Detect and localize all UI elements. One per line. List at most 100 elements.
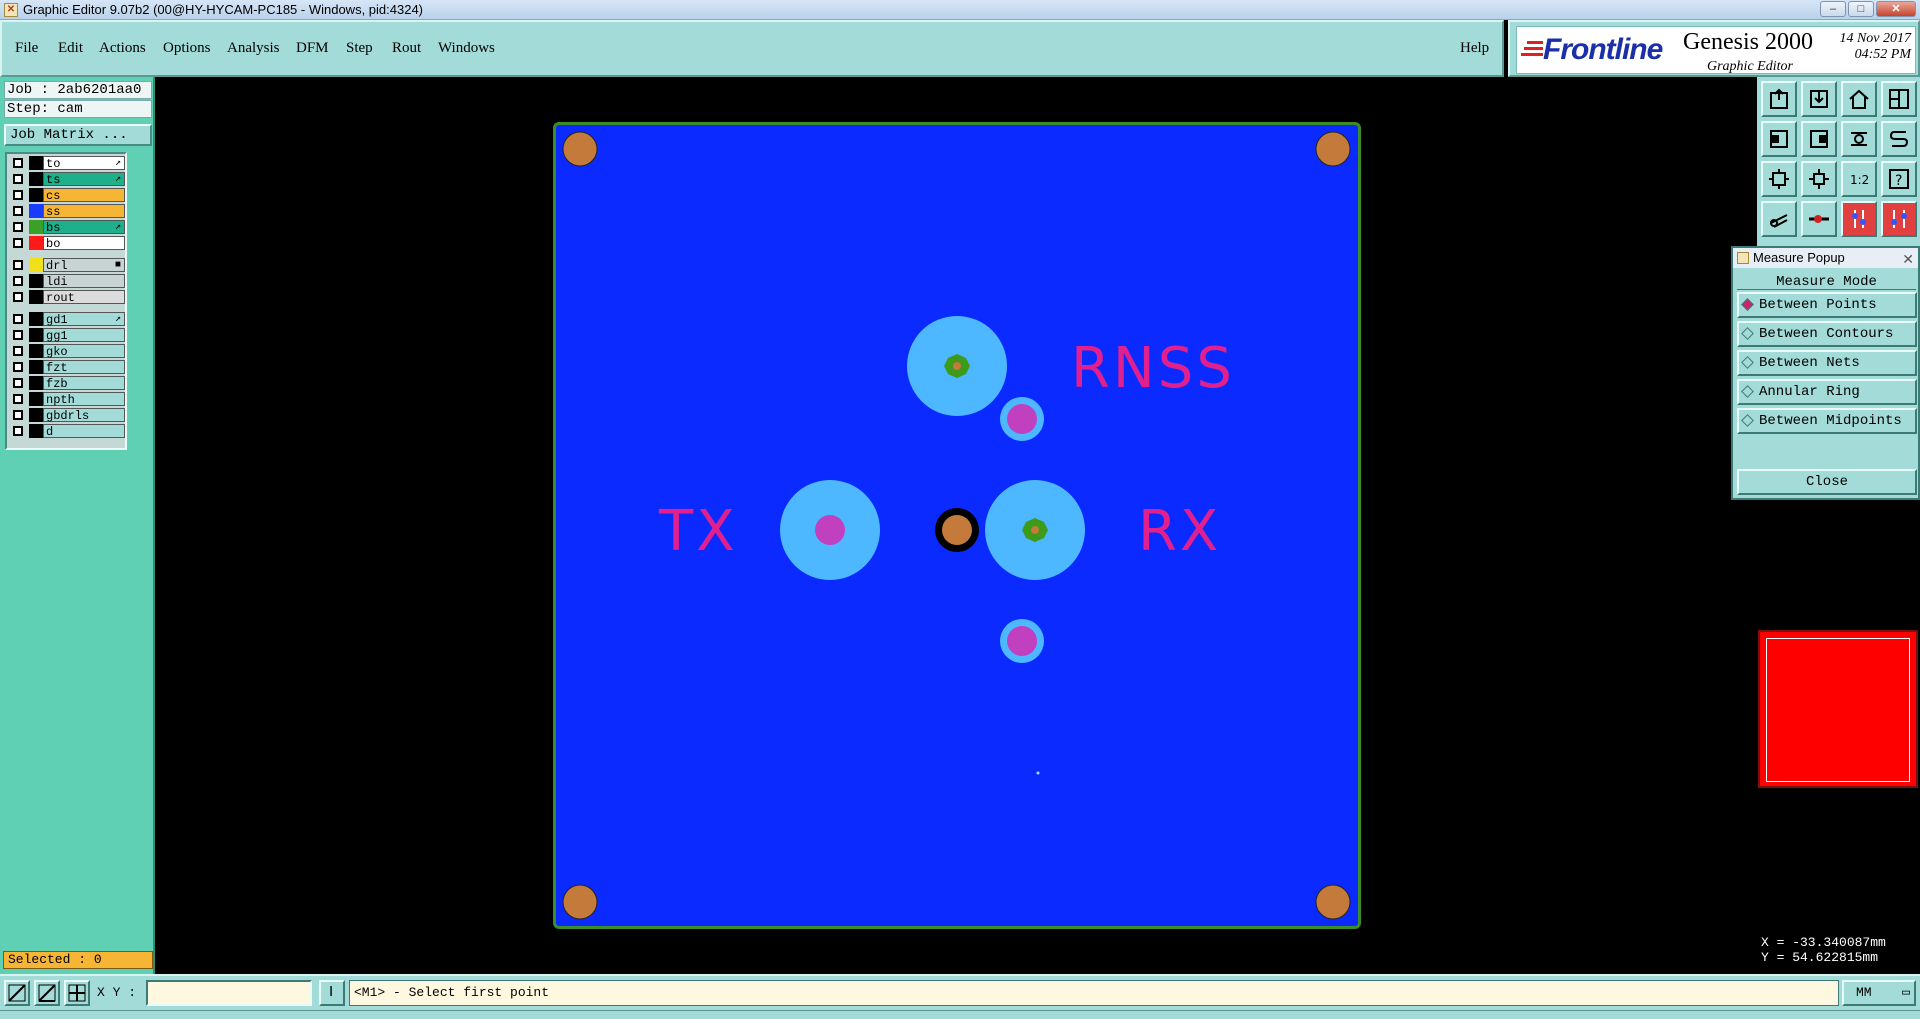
- job-matrix-button[interactable]: Job Matrix ...: [4, 124, 152, 146]
- layer-checkbox[interactable]: [13, 174, 23, 184]
- maximize-button[interactable]: □: [1848, 1, 1874, 17]
- layer-checkbox[interactable]: [13, 410, 23, 420]
- layer-row-to[interactable]: to ↗: [9, 156, 125, 171]
- layer-color-swatch[interactable]: [29, 312, 43, 326]
- center-hole[interactable]: [942, 515, 972, 545]
- menu-help[interactable]: Help: [1460, 40, 1489, 57]
- layer-row-gd1[interactable]: gd1 ↗: [9, 312, 125, 327]
- angle-mode-button[interactable]: [34, 980, 60, 1006]
- mode-between-contours[interactable]: Between Contours: [1737, 321, 1917, 347]
- menu-actions[interactable]: Actions: [99, 40, 146, 57]
- layer-checkbox[interactable]: [13, 206, 23, 216]
- menu-dfm[interactable]: DFM: [296, 40, 329, 57]
- layer-checkbox[interactable]: [13, 378, 23, 388]
- menu-file[interactable]: File: [15, 40, 38, 57]
- help-button[interactable]: ?: [1881, 161, 1917, 197]
- layer-name[interactable]: ts ↗: [43, 172, 125, 187]
- snap-button[interactable]: [1841, 121, 1877, 157]
- layer-row-ts[interactable]: ts ↗: [9, 172, 125, 187]
- layer-name[interactable]: bo: [43, 236, 125, 251]
- layer-checkbox[interactable]: [13, 276, 23, 286]
- layer-row-gbdrls[interactable]: gbdrls: [9, 408, 125, 423]
- pan-right-button[interactable]: [1801, 121, 1837, 157]
- grid-mode-button[interactable]: [64, 980, 90, 1006]
- layer-name[interactable]: cs: [43, 188, 125, 203]
- net-tool-button[interactable]: [1841, 201, 1877, 237]
- layer-row-ss[interactable]: ss: [9, 204, 125, 219]
- xy-input[interactable]: [146, 980, 312, 1006]
- layer-color-swatch[interactable]: [29, 236, 43, 250]
- layer-name[interactable]: d: [43, 424, 125, 439]
- layer-color-swatch[interactable]: [29, 204, 43, 218]
- menu-windows[interactable]: Windows: [438, 40, 495, 57]
- zoom-fit-button[interactable]: [1761, 161, 1797, 197]
- home-button[interactable]: [1841, 81, 1877, 117]
- layer-color-swatch[interactable]: [29, 258, 43, 272]
- layer-name[interactable]: rout: [43, 290, 125, 305]
- layer-color-swatch[interactable]: [29, 172, 43, 186]
- layer-checkbox[interactable]: [13, 426, 23, 436]
- layer-row-bo[interactable]: bo: [9, 236, 125, 251]
- overview-map[interactable]: [1758, 630, 1918, 788]
- layer-color-swatch[interactable]: [29, 274, 43, 288]
- graphic-canvas[interactable]: RNSS TX RX: [157, 77, 1757, 974]
- save-layer-button[interactable]: [1801, 81, 1837, 117]
- layer-checkbox[interactable]: [13, 158, 23, 168]
- layer-row-gg1[interactable]: gg1: [9, 328, 125, 343]
- layer-color-swatch[interactable]: [29, 220, 43, 234]
- layer-name[interactable]: ss: [43, 204, 125, 219]
- line-mode-button[interactable]: [4, 980, 30, 1006]
- layer-checkbox[interactable]: [13, 238, 23, 248]
- layer-checkbox[interactable]: [13, 362, 23, 372]
- popup-close-button[interactable]: Close: [1737, 469, 1917, 495]
- layer-color-swatch[interactable]: [29, 408, 43, 422]
- route-button[interactable]: [1881, 121, 1917, 157]
- layer-name[interactable]: gg1: [43, 328, 125, 343]
- mode-annular-ring[interactable]: Annular Ring: [1737, 379, 1917, 405]
- layer-color-swatch[interactable]: [29, 328, 43, 342]
- layer-name[interactable]: drl ■: [43, 258, 125, 273]
- zoom-center-button[interactable]: [1801, 161, 1837, 197]
- layer-row-drl[interactable]: drl ■: [9, 258, 125, 273]
- mode-between-nets[interactable]: Between Nets: [1737, 350, 1917, 376]
- menu-step[interactable]: Step: [346, 40, 373, 57]
- scale-1-2-button[interactable]: 1:2: [1841, 161, 1877, 197]
- units-selector[interactable]: MM ▭: [1842, 980, 1916, 1006]
- layer-row-rout[interactable]: rout: [9, 290, 125, 305]
- layer-name[interactable]: fzb: [43, 376, 125, 391]
- layer-color-swatch[interactable]: [29, 376, 43, 390]
- layer-row-fzb[interactable]: fzb: [9, 376, 125, 391]
- layer-checkbox[interactable]: [13, 260, 23, 270]
- layer-row-d[interactable]: d: [9, 424, 125, 439]
- layer-checkbox[interactable]: [13, 222, 23, 232]
- close-window-button[interactable]: ✕: [1876, 1, 1916, 17]
- layer-color-swatch[interactable]: [29, 156, 43, 170]
- layer-name[interactable]: to ↗: [43, 156, 125, 171]
- layer-color-swatch[interactable]: [29, 392, 43, 406]
- pad-tool-button[interactable]: [1801, 201, 1837, 237]
- layer-name[interactable]: bs ↗: [43, 220, 125, 235]
- layer-name[interactable]: gko: [43, 344, 125, 359]
- layer-row-gko[interactable]: gko: [9, 344, 125, 359]
- layer-name[interactable]: npth: [43, 392, 125, 407]
- layer-color-swatch[interactable]: [29, 424, 43, 438]
- menu-edit[interactable]: Edit: [58, 40, 83, 57]
- layer-color-swatch[interactable]: [29, 188, 43, 202]
- layer-checkbox[interactable]: [13, 292, 23, 302]
- mode-between-midpoints[interactable]: Between Midpoints: [1737, 408, 1917, 434]
- layer-name[interactable]: gbdrls: [43, 408, 125, 423]
- layer-name[interactable]: gd1 ↗: [43, 312, 125, 327]
- layer-row-ldi[interactable]: ldi: [9, 274, 125, 289]
- layer-checkbox[interactable]: [13, 346, 23, 356]
- pan-left-button[interactable]: [1761, 121, 1797, 157]
- layer-color-swatch[interactable]: [29, 290, 43, 304]
- menu-analysis[interactable]: Analysis: [227, 40, 280, 57]
- layer-row-fzt[interactable]: fzt: [9, 360, 125, 375]
- layer-checkbox[interactable]: [13, 394, 23, 404]
- layer-checkbox[interactable]: [13, 330, 23, 340]
- layer-name[interactable]: fzt: [43, 360, 125, 375]
- pcb-board[interactable]: RNSS TX RX: [553, 122, 1361, 929]
- layer-row-npth[interactable]: npth: [9, 392, 125, 407]
- menu-options[interactable]: Options: [163, 40, 211, 57]
- menu-rout[interactable]: Rout: [392, 40, 421, 57]
